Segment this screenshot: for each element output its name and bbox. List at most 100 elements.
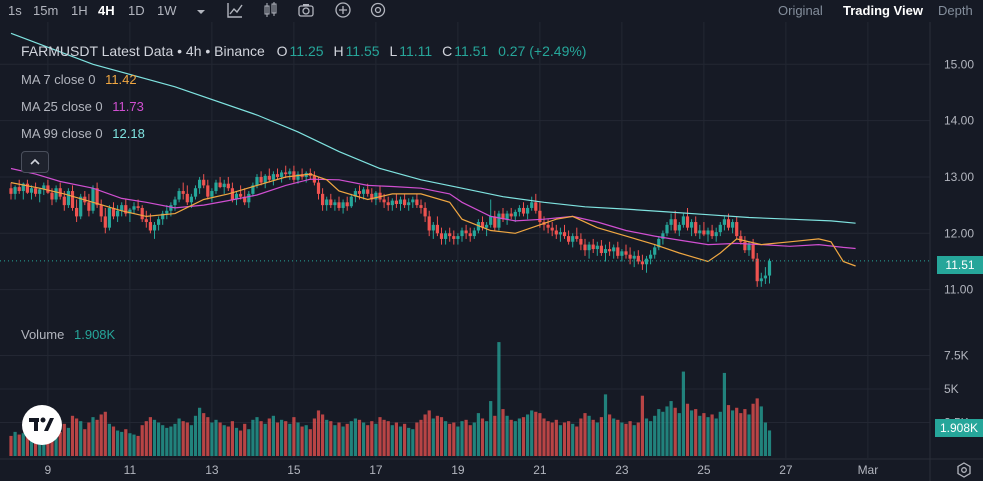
interval-15m[interactable]: 15m — [33, 3, 58, 18]
candle-body — [325, 199, 329, 206]
volume-bar — [554, 419, 558, 456]
volume-bar — [751, 403, 755, 456]
volume-bar — [444, 421, 448, 456]
volume-bar — [62, 423, 66, 456]
volume-bar — [17, 434, 21, 456]
volume-bar — [636, 422, 640, 456]
collapse-legend-button[interactable] — [21, 151, 49, 173]
volume-bar — [493, 415, 497, 456]
tradingview-logo — [22, 405, 62, 445]
candle-body — [198, 179, 202, 189]
legend-close-value: 11.51 — [454, 43, 489, 59]
candle-body — [403, 199, 407, 206]
line-chart-icon[interactable] — [227, 2, 243, 18]
view-original[interactable]: Original — [778, 3, 823, 18]
candle-body — [75, 207, 79, 217]
volume-bar — [448, 423, 452, 456]
interval-1w[interactable]: 1W — [157, 3, 177, 18]
volume-bar — [210, 422, 214, 456]
candle-body — [735, 222, 739, 237]
candle-body — [103, 216, 107, 228]
volume-bar — [726, 405, 731, 456]
candle-body — [718, 224, 722, 233]
volume-bar — [271, 415, 275, 456]
volume-bar — [390, 425, 394, 456]
interval-1d[interactable]: 1D — [128, 3, 145, 18]
candle-body — [239, 193, 243, 197]
candle-body — [185, 193, 189, 203]
volume-bar — [337, 422, 341, 456]
volume-bar — [579, 418, 583, 456]
candle-body — [169, 205, 173, 211]
volume-bar — [218, 422, 222, 456]
candle-body — [513, 211, 517, 217]
chart-settings-icon[interactable] — [956, 462, 972, 478]
candle-body — [66, 191, 70, 206]
candle-body — [608, 249, 612, 252]
candle-body — [202, 179, 206, 186]
volume-bar — [292, 417, 296, 456]
volume-value: 1.908K — [74, 327, 116, 342]
volume-bar — [460, 421, 464, 456]
volume-bar — [214, 419, 218, 456]
volume-bar — [423, 414, 427, 456]
candle-body — [497, 213, 501, 228]
add-indicator-icon[interactable] — [335, 2, 351, 18]
candle-body — [612, 247, 616, 252]
candle-body — [390, 200, 394, 206]
volume-bar — [575, 426, 579, 456]
volume-bar — [382, 419, 386, 456]
candle-body — [54, 188, 58, 200]
candle-body — [148, 222, 152, 231]
candle-body — [316, 182, 321, 194]
interval-4h[interactable]: 4H — [98, 3, 115, 18]
candle-body — [34, 188, 38, 194]
candle-body — [271, 174, 275, 180]
volume-bar — [743, 409, 747, 456]
candle-body — [632, 255, 636, 259]
candles-icon[interactable] — [262, 2, 278, 18]
current-price-tag: 11.51 — [937, 256, 983, 274]
volume-bar — [464, 419, 468, 456]
view-trading-view[interactable]: Trading View — [843, 3, 923, 18]
volume-bar — [312, 418, 316, 456]
volume-bar — [222, 425, 226, 456]
candlestick-chart[interactable]: 11.0012.0013.0014.0015.002.5K5K7.5K91113… — [0, 22, 983, 481]
volume-bar — [562, 422, 567, 456]
volume-bar — [304, 425, 308, 456]
candle-body — [698, 230, 702, 234]
interval-1s[interactable]: 1s — [8, 3, 22, 18]
volume-bar — [755, 398, 759, 456]
volume-bar — [267, 418, 271, 456]
view-depth[interactable]: Depth — [938, 3, 973, 18]
candle-body — [554, 230, 558, 235]
volume-bar — [13, 431, 17, 456]
volume-bar — [120, 431, 124, 456]
candle-body — [226, 183, 230, 189]
candle-body — [17, 187, 21, 192]
candle-body — [710, 230, 714, 237]
camera-icon[interactable] — [298, 2, 314, 18]
settings-icon[interactable] — [370, 2, 386, 18]
candle-body — [702, 230, 706, 235]
volume-bar — [710, 414, 714, 456]
interval-1h[interactable]: 1H — [71, 3, 88, 18]
volume-bar — [681, 371, 685, 456]
candle-body — [579, 238, 583, 245]
candle-body — [284, 172, 288, 175]
candle-body — [534, 202, 538, 211]
volume-bar — [714, 418, 718, 456]
candle-body — [140, 207, 144, 220]
volume-bar — [722, 372, 726, 456]
volume-bar — [718, 411, 722, 456]
interval-dropdown-icon[interactable] — [193, 4, 209, 20]
tradingview-logo-icon — [29, 417, 54, 431]
volume-bar — [181, 421, 185, 456]
volume-bar — [75, 418, 79, 456]
price-tick-label: 11.00 — [944, 283, 973, 297]
volume-bar — [378, 417, 382, 456]
volume-bar — [731, 410, 735, 456]
volume-bar — [321, 414, 325, 456]
volume-bar — [628, 421, 632, 456]
volume-bar — [284, 421, 288, 456]
